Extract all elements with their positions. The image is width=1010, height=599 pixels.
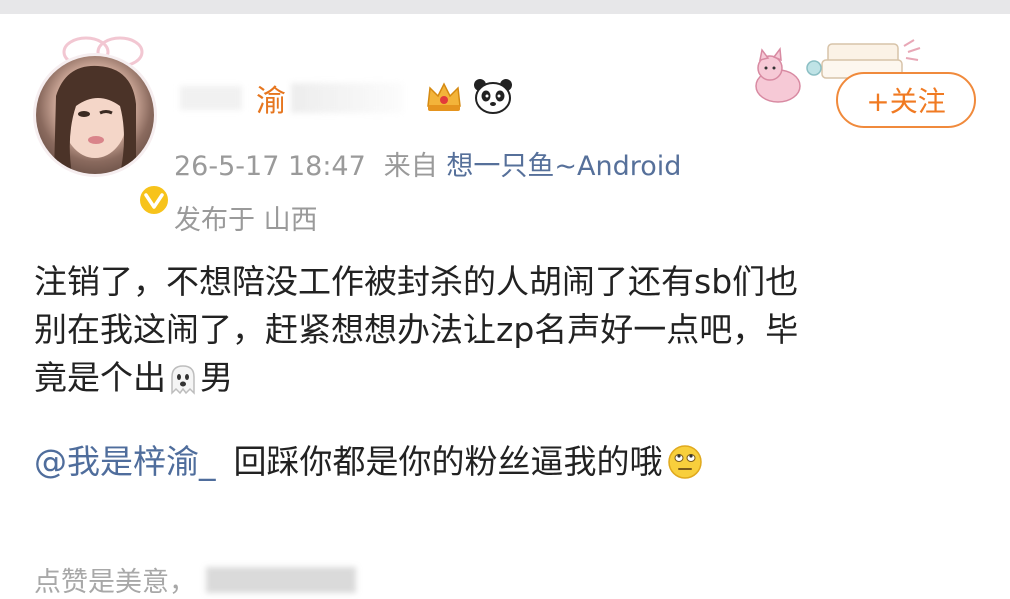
follow-button[interactable]: +关注 xyxy=(836,72,976,128)
content-line: 竟是个出 xyxy=(34,358,166,397)
post-timestamp: 26-5-17 18:47 xyxy=(174,151,366,182)
location-label: 发布于 xyxy=(174,205,255,236)
post-meta: 26-5-17 18:47 来自 想一只鱼~Android xyxy=(174,144,681,183)
ghost-emoji-icon xyxy=(171,364,195,395)
crown-icon xyxy=(427,82,461,111)
panda-icon xyxy=(474,79,512,114)
top-bar xyxy=(0,0,1010,14)
verified-badge-icon xyxy=(137,183,171,217)
post-footer: 点赞是美意， xyxy=(34,560,356,599)
post-content: 注销了，不想陪没工作被封杀的人胡闹了还有sb们也 别在我这闹了，赶紧想想办法让z… xyxy=(34,258,986,402)
username-redaction-blur xyxy=(180,86,242,110)
username-redaction-blur xyxy=(291,83,403,113)
footer-text: 点赞是美意， xyxy=(34,567,196,598)
avatar-container[interactable] xyxy=(36,56,171,217)
username-row[interactable]: 渝 xyxy=(256,76,403,120)
eye-roll-emoji-icon xyxy=(667,445,702,479)
reply-text: 回踩你都是你的粉丝逼我的哦 xyxy=(233,442,663,481)
mention-link[interactable]: @我是梓渝_ xyxy=(34,438,216,486)
post-source-link[interactable]: 想一只鱼~Android xyxy=(446,151,681,182)
reply-line: @我是梓渝_ 回踩你都是你的粉丝逼我的哦 xyxy=(34,438,703,486)
content-suffix: 男 xyxy=(200,358,233,397)
source-label: 来自 xyxy=(383,151,438,182)
content-line-with-emoji: 竟是个出 男 xyxy=(34,354,986,402)
location-value: 山西 xyxy=(263,205,318,236)
avatar-face-icon xyxy=(54,65,136,174)
content-line: 注销了，不想陪没工作被封杀的人胡闹了还有sb们也 xyxy=(34,262,799,301)
username[interactable]: 渝 xyxy=(256,76,287,120)
footer-redaction-blur xyxy=(206,566,356,593)
content-line: 别在我这闹了，赶紧想想办法让zp名声好一点吧，毕 xyxy=(34,310,799,349)
post-location: 发布于 山西 xyxy=(174,198,318,237)
avatar[interactable] xyxy=(36,56,154,174)
weibo-post-card: 渝 26-5-17 18:47 来自 想一只鱼~Android 发布于 山西 +… xyxy=(0,14,1010,598)
follow-button-label: +关注 xyxy=(866,85,946,118)
